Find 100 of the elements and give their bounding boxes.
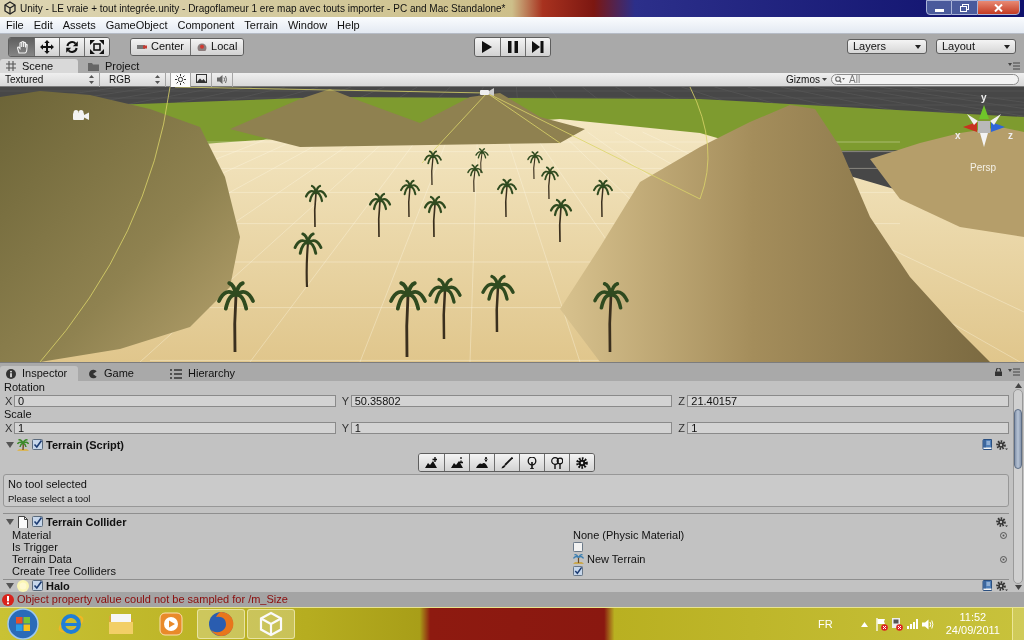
help-book-icon[interactable] (982, 580, 992, 591)
gear-icon[interactable] (996, 580, 1008, 591)
foldout-triangle-icon[interactable] (6, 582, 14, 589)
rotate-tool-button[interactable] (59, 37, 84, 56)
projection-label: Persp (970, 162, 997, 174)
taskbar-app-button[interactable] (197, 609, 245, 639)
speaker-icon (216, 74, 228, 85)
terrain-tool-button[interactable] (418, 454, 444, 471)
scrollbar-thumb[interactable] (1014, 409, 1022, 469)
terrain-tool-button[interactable] (568, 454, 594, 471)
render-mode-dropdown[interactable]: Textured (0, 72, 100, 87)
field-label: Scale (3, 408, 32, 421)
scroll-up-arrow-icon[interactable] (1014, 383, 1022, 388)
lock-icon[interactable] (995, 368, 1002, 376)
foldout-triangle-icon[interactable] (6, 441, 14, 448)
enable-checkbox[interactable] (32, 439, 43, 450)
menu-item[interactable]: Edit (28, 17, 58, 33)
media-play-icon (158, 611, 184, 637)
search-field[interactable]: All (831, 74, 1019, 85)
gear-icon[interactable] (996, 439, 1008, 450)
dropdown[interactable]: Layers (847, 39, 927, 54)
menu-item[interactable]: File (1, 17, 29, 33)
axis-gizmo-icon[interactable] (963, 105, 1005, 147)
pivot-rotation-button[interactable]: Local (190, 38, 244, 55)
menu-item[interactable]: Assets (57, 17, 101, 33)
panel-menu-icon[interactable] (1008, 368, 1020, 376)
menu-item[interactable]: Terrain (239, 17, 283, 33)
updown-arrows-icon (155, 75, 160, 84)
spotlight-icon (480, 88, 494, 96)
property-label: Terrain Data (11, 553, 73, 565)
flag-alert-icon[interactable] (875, 617, 888, 631)
pause-button[interactable] (499, 37, 525, 56)
play-icon (481, 40, 493, 53)
axis-label: z (1008, 130, 1013, 141)
search-icon (835, 76, 845, 83)
number-field[interactable]: 0 (14, 394, 336, 407)
terrain-tool-button[interactable] (443, 454, 469, 471)
gizmos-dropdown[interactable]: Gizmos (786, 72, 831, 87)
menu-item[interactable]: Help (332, 17, 365, 33)
close-icon (994, 3, 1003, 12)
tab[interactable]: Scene (0, 59, 78, 73)
folder-icon (88, 61, 99, 71)
picture-icon (195, 74, 207, 85)
channel-dropdown[interactable]: RGB (100, 72, 166, 87)
property-label: Material (11, 529, 53, 541)
pacman-icon (88, 368, 98, 379)
component-title: Halo (46, 579, 70, 592)
scale-icon (90, 39, 104, 54)
play-button[interactable] (474, 37, 500, 56)
terrain-asset-icon (573, 554, 584, 564)
hand-icon (14, 39, 29, 54)
step-button[interactable] (524, 37, 550, 56)
tab[interactable]: Hierarchy (164, 366, 242, 381)
grid-icon (6, 61, 16, 71)
unity-logo-icon (4, 1, 16, 15)
number-field[interactable]: 1 (14, 421, 336, 434)
smooth-height-icon (475, 456, 488, 469)
panel-menu-icon[interactable] (1008, 62, 1020, 70)
checkbox[interactable] (573, 566, 583, 576)
terrain-tool-button[interactable] (543, 454, 569, 471)
device-alert-icon[interactable] (890, 617, 903, 631)
number-field[interactable]: 21.40157 (687, 394, 1009, 407)
object-picker-icon[interactable] (1000, 531, 1007, 539)
paintbrush-icon (500, 456, 513, 469)
axis-label: Z (677, 394, 687, 407)
menu-item[interactable]: Window (282, 17, 333, 33)
pivot-mode-button[interactable]: Center (131, 38, 191, 55)
terrain-tool-button[interactable] (468, 454, 494, 471)
enable-checkbox[interactable] (32, 516, 43, 527)
menu-item[interactable]: GameObject (100, 17, 173, 33)
number-field[interactable]: 50.35802 (350, 394, 673, 407)
tab[interactable]: Project (82, 59, 160, 73)
checkbox[interactable] (573, 542, 583, 552)
scroll-down-arrow-icon[interactable] (1014, 585, 1022, 590)
tab[interactable]: Inspector (0, 366, 78, 381)
hand-tool-button[interactable] (9, 37, 34, 56)
menu-item[interactable]: Component (172, 17, 240, 33)
close-button[interactable] (977, 0, 1020, 15)
number-field[interactable]: 1 (687, 421, 1009, 434)
gear-icon[interactable] (996, 516, 1008, 527)
terrain-tool-button[interactable] (518, 454, 544, 471)
windows-orb-icon (7, 608, 39, 640)
object-field[interactable]: New Terrain (587, 553, 646, 565)
tab[interactable]: Game (82, 366, 160, 381)
enable-checkbox[interactable] (32, 580, 43, 591)
move-tool-button[interactable] (34, 37, 59, 56)
minimize-button[interactable] (926, 0, 952, 15)
maximize-button[interactable] (952, 0, 977, 15)
component-title: Terrain Collider (46, 515, 127, 528)
terrain-tool-button[interactable] (493, 454, 519, 471)
object-picker-icon[interactable] (1000, 555, 1007, 563)
help-book-icon[interactable] (982, 439, 992, 450)
dropdown[interactable]: Layout (936, 39, 1016, 54)
help-box-text: Please select a tool (8, 493, 91, 505)
caret-icon (1004, 44, 1010, 49)
foldout-triangle-icon[interactable] (6, 518, 14, 525)
scale-tool-button[interactable] (84, 37, 109, 56)
axis-label: Z (677, 421, 687, 434)
object-field[interactable]: None (Physic Material) (573, 529, 685, 541)
number-field[interactable]: 1 (350, 421, 673, 434)
